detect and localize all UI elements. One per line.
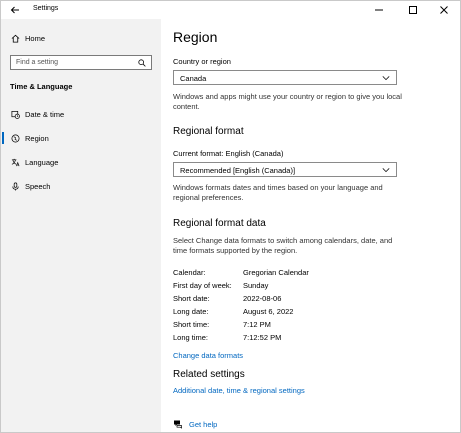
get-help-label: Get help [189, 420, 218, 429]
help-chat-icon [174, 420, 182, 429]
sidebar: Home Find a setting Time & Language Date… [1, 19, 161, 432]
sidebar-item-speech[interactable]: Speech [1, 175, 161, 197]
maximize-button[interactable] [399, 1, 427, 19]
close-icon [440, 6, 448, 14]
regional-format-heading: Regional format [173, 126, 244, 137]
close-button[interactable] [430, 1, 458, 19]
change-data-formats-link[interactable]: Change data formats [173, 351, 243, 360]
search-icon [138, 59, 146, 67]
sidebar-item-language[interactable]: Language [1, 151, 161, 173]
search-input[interactable]: Find a setting [10, 55, 152, 70]
format-data-key: Long date: [173, 307, 209, 316]
format-data-value: 7:12 PM [243, 320, 271, 329]
chevron-down-icon [382, 168, 390, 173]
globe-region-icon [11, 134, 20, 143]
country-label: Country or region [173, 57, 231, 66]
format-data-key: Short time: [173, 320, 210, 329]
sidebar-section-title: Time & Language [10, 82, 73, 91]
home-icon [11, 34, 20, 43]
language-icon [11, 158, 20, 167]
settings-window: Settings Home Find a setting Time & Lang… [0, 0, 461, 433]
page-title: Region [173, 29, 218, 45]
additional-regional-settings-link[interactable]: Additional date, time & regional setting… [173, 386, 305, 395]
maximize-icon [409, 6, 417, 14]
regional-format-description: Windows formats dates and times based on… [173, 183, 383, 202]
country-description: Windows and apps might use your country … [173, 92, 402, 111]
active-indicator [2, 132, 4, 144]
chevron-down-icon [382, 76, 390, 81]
format-data-key: Long time: [173, 333, 209, 342]
format-data-value: 2022-08-06 [243, 294, 282, 303]
window-title: Settings [33, 5, 59, 12]
format-data-row: Long date: August 6, 2022 [173, 307, 413, 319]
format-data-row: Long time: 7:12:52 PM [173, 333, 413, 345]
regional-format-dropdown[interactable]: Recommended [English (Canada)] [173, 162, 397, 177]
country-dropdown[interactable]: Canada [173, 70, 397, 85]
regional-format-value: Recommended [English (Canada)] [180, 166, 296, 175]
calendar-clock-icon [11, 110, 20, 119]
microphone-icon [11, 182, 20, 191]
format-data-value: Sunday [243, 281, 269, 290]
format-data-row: Calendar: Gregorian Calendar [173, 268, 413, 280]
title-bar: Settings [1, 1, 460, 19]
format-data-key: Calendar: [173, 268, 206, 277]
current-format-label: Current format: English (Canada) [173, 149, 284, 158]
sidebar-item-label: Region [25, 133, 49, 143]
format-data-row: Short time: 7:12 PM [173, 320, 413, 332]
sidebar-item-region[interactable]: Region [1, 127, 161, 149]
format-data-row: Short date: 2022-08-06 [173, 294, 413, 306]
minimize-button[interactable] [365, 1, 393, 19]
format-data-key: Short date: [173, 294, 210, 303]
sidebar-item-date-time[interactable]: Date & time [1, 103, 161, 125]
minimize-icon [375, 9, 383, 11]
back-button[interactable] [9, 4, 21, 16]
related-settings-heading: Related settings [173, 369, 245, 380]
format-data-value: August 6, 2022 [243, 307, 294, 316]
country-value: Canada [180, 74, 207, 83]
sidebar-item-label: Date & time [25, 109, 65, 119]
search-placeholder: Find a setting [16, 59, 59, 66]
format-data-value: 7:12:52 PM [243, 333, 282, 342]
format-data-value: Gregorian Calendar [243, 268, 309, 277]
format-data-heading: Regional format data [173, 218, 266, 229]
format-data-description: Select Change data formats to switch amo… [173, 236, 393, 255]
sidebar-item-label: Language [25, 157, 59, 167]
sidebar-item-label: Home [25, 33, 46, 43]
sidebar-item-label: Speech [25, 181, 51, 191]
back-arrow-icon [10, 6, 19, 14]
format-data-row: First day of week: Sunday [173, 281, 413, 293]
sidebar-item-home[interactable]: Home [1, 27, 161, 49]
format-data-key: First day of week: [173, 281, 232, 290]
